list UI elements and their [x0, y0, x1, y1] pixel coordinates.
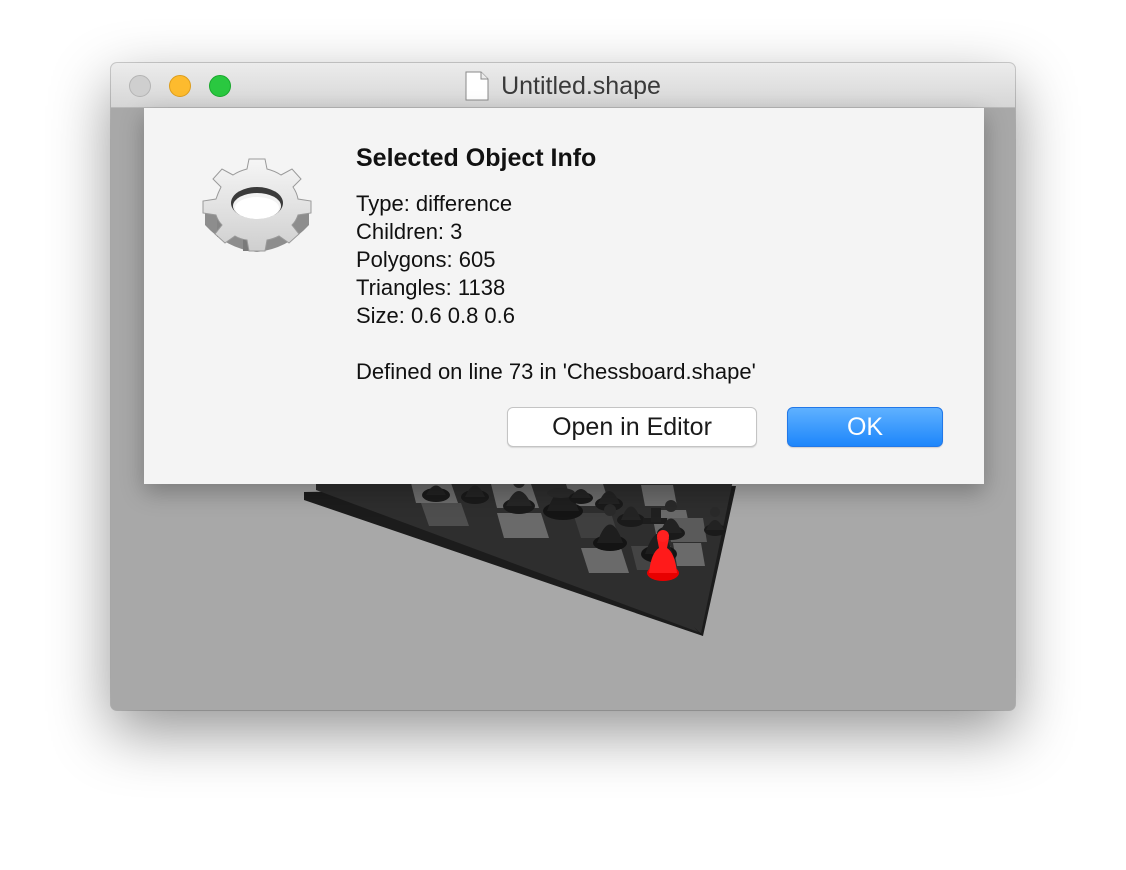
- dialog-heading: Selected Object Info: [356, 144, 597, 172]
- open-in-editor-button[interactable]: Open in Editor: [507, 407, 757, 447]
- document-icon: [465, 71, 489, 101]
- app-window: Untitled.shape Selected Object Info Type…: [111, 63, 1015, 710]
- window-title-group: Untitled.shape: [111, 70, 1015, 102]
- info-polygons: Polygons: 605: [356, 247, 496, 272]
- info-type: Type: difference: [356, 191, 513, 216]
- info-children: Children: 3: [356, 219, 463, 244]
- ok-button[interactable]: OK: [787, 407, 943, 447]
- gear-icon: [202, 158, 312, 252]
- info-size: Size: 0.6 0.8 0.6: [356, 303, 515, 328]
- window-title: Untitled.shape: [501, 71, 661, 100]
- info-triangles: Triangles: 1138: [356, 275, 506, 300]
- title-bar[interactable]: Untitled.shape: [111, 63, 1015, 108]
- defined-location: Defined on line 73 in 'Chessboard.shape': [356, 359, 756, 384]
- object-info-list: Type: difference Children: 3 Polygons: 6…: [356, 190, 515, 330]
- object-info-dialog: Selected Object Info Type: difference Ch…: [144, 108, 984, 484]
